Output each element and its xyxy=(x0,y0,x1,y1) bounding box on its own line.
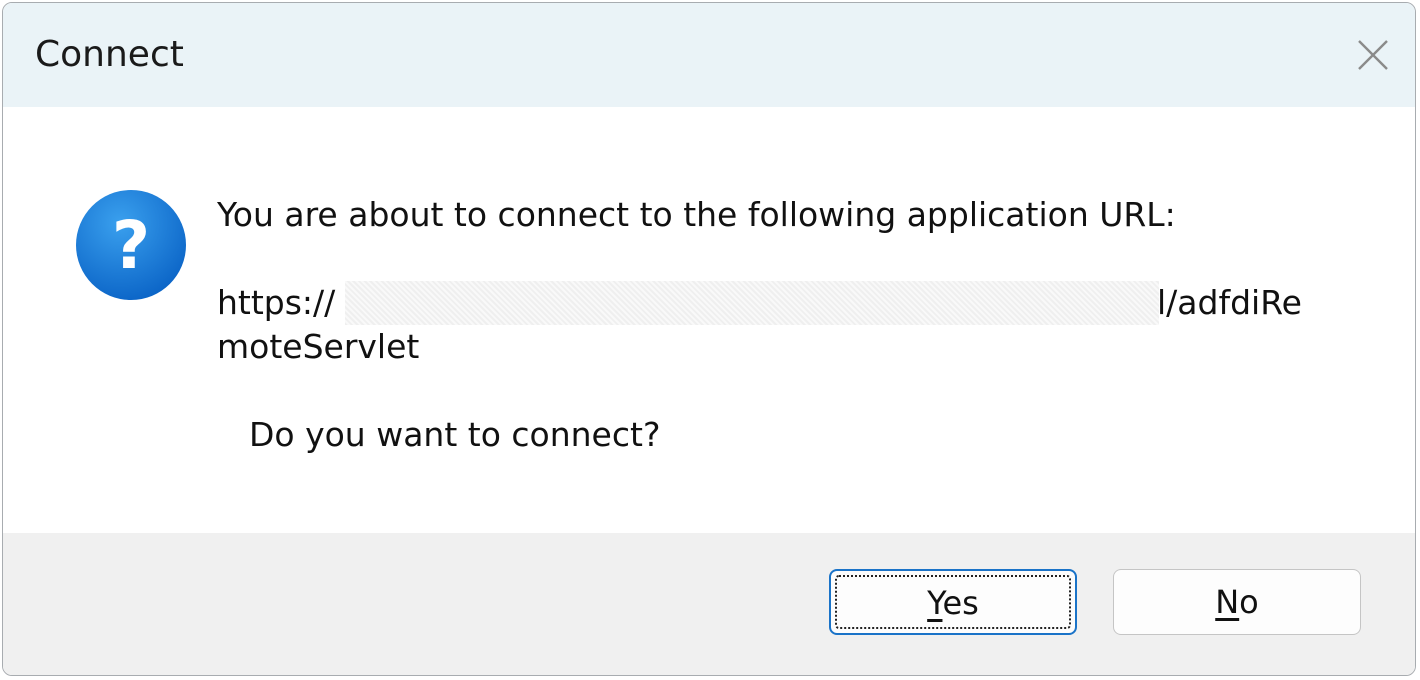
url-continuation: moteServlet xyxy=(217,327,420,366)
question-text: Do you want to connect? xyxy=(249,415,661,454)
close-icon xyxy=(1358,40,1388,70)
no-button-label: No xyxy=(1215,583,1259,621)
dialog-body: ? You are about to connect to the follow… xyxy=(3,107,1415,533)
question-icon: ? xyxy=(76,190,186,300)
yes-button[interactable]: Yes xyxy=(829,569,1077,635)
connect-dialog: Connect ? You are about to connect to th… xyxy=(2,2,1416,676)
message-text: You are about to connect to the followin… xyxy=(217,195,1176,234)
svg-text:?: ? xyxy=(112,207,150,284)
url-prefix: https:// xyxy=(217,283,336,322)
close-button[interactable] xyxy=(1345,27,1401,83)
button-bar: Yes No xyxy=(3,533,1415,675)
url-suffix: l/adfdiRe xyxy=(1157,283,1302,322)
yes-button-label: Yes xyxy=(927,584,979,622)
dialog-title: Connect xyxy=(35,34,184,75)
application-url: https:// l/adfdiRe moteServlet xyxy=(217,281,1327,369)
title-bar: Connect xyxy=(3,3,1415,107)
redacted-url-segment xyxy=(345,281,1159,325)
no-button[interactable]: No xyxy=(1113,569,1361,635)
